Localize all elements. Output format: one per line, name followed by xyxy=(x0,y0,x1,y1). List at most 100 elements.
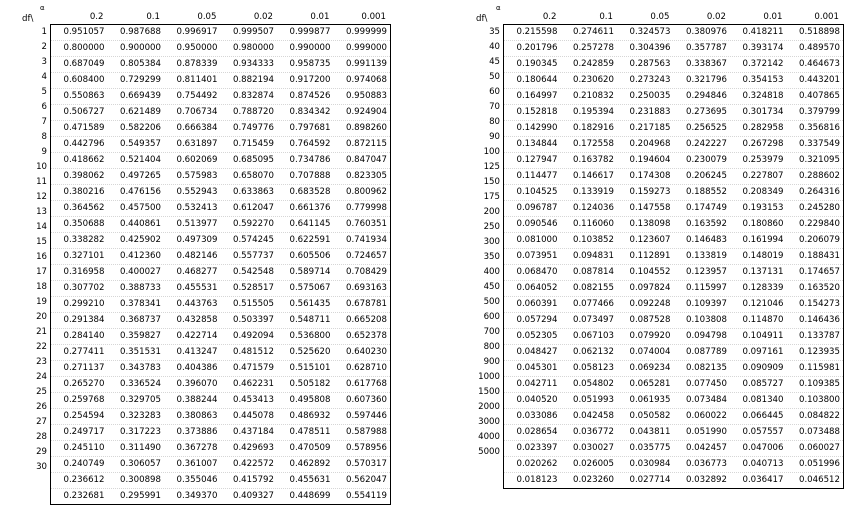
table-cell: 0.900000 xyxy=(119,43,161,53)
table-cell: 0.418211 xyxy=(742,27,784,37)
df-label: 4000 xyxy=(478,432,500,442)
table-cell: 0.257278 xyxy=(572,43,614,53)
table-cell: 0.693163 xyxy=(345,283,387,293)
table-cell: 0.355046 xyxy=(176,475,218,485)
table-cell: 0.137131 xyxy=(742,267,784,277)
table-cell: 0.974068 xyxy=(345,75,387,85)
table-cell: 0.033086 xyxy=(516,411,558,421)
table-cell: 0.163592 xyxy=(685,219,727,229)
table-cell: 0.797681 xyxy=(289,123,331,133)
table-cell: 0.349370 xyxy=(176,491,218,501)
table-cell: 0.548711 xyxy=(289,315,331,325)
table-cell: 0.273243 xyxy=(629,75,671,85)
table-row: 0.040520 0.051993 0.061935 0.073484 0.081340… xyxy=(504,392,843,408)
df-label: 25 xyxy=(36,387,47,397)
table-cell: 0.917200 xyxy=(289,75,331,85)
table-cell: 0.090546 xyxy=(516,219,558,229)
table-cell: 0.316958 xyxy=(63,267,105,277)
table-cell: 0.115981 xyxy=(798,363,840,373)
table-cell: 0.811401 xyxy=(176,75,218,85)
table-cell: 0.707888 xyxy=(289,171,331,181)
table-cell: 0.415792 xyxy=(232,475,274,485)
table-cell: 0.273695 xyxy=(685,107,727,117)
table-row: 0.291384 0.368737 0.432858 0.503397 0.548711… xyxy=(51,312,390,328)
table-row: 0.608400 0.729299 0.811401 0.882194 0.917200… xyxy=(51,72,390,88)
table-cell: 0.097161 xyxy=(742,347,784,357)
df-label: 16 xyxy=(36,252,47,262)
table-cell: 0.666384 xyxy=(176,123,218,133)
table-cell: 0.299210 xyxy=(63,299,105,309)
table-row: 0.114477 0.146617 0.174308 0.206245 0.227807… xyxy=(504,168,843,184)
table-cell: 0.549357 xyxy=(119,139,161,149)
df-label: 90 xyxy=(489,132,500,142)
table-cell: 0.607360 xyxy=(345,395,387,405)
table-row: 0.951057 0.987688 0.996917 0.999507 0.999877… xyxy=(51,25,390,40)
table-row: 0.277411 0.351531 0.413247 0.481512 0.525620… xyxy=(51,344,390,360)
table-cell: 0.398062 xyxy=(63,171,105,181)
table-cell: 0.073951 xyxy=(516,251,558,261)
table-cell: 0.413247 xyxy=(176,347,218,357)
table-cell: 0.287563 xyxy=(629,59,671,69)
table-cell: 0.051993 xyxy=(572,395,614,405)
table-cell: 0.641145 xyxy=(289,219,331,229)
table-cell: 0.734786 xyxy=(289,155,331,165)
table-cell: 0.133919 xyxy=(572,187,614,197)
table-cell: 0.464673 xyxy=(798,59,840,69)
table-row: 0.249717 0.317223 0.373886 0.437184 0.478511… xyxy=(51,424,390,440)
table-cell: 0.188552 xyxy=(685,187,727,197)
table-cell: 0.437184 xyxy=(232,427,274,437)
table-cell: 0.163520 xyxy=(798,283,840,293)
table-cell: 0.028654 xyxy=(516,427,558,437)
table-cell: 0.779998 xyxy=(345,203,387,213)
table-row: 0.299210 0.378341 0.443763 0.515505 0.561435… xyxy=(51,296,390,312)
table-cell: 0.847047 xyxy=(345,155,387,165)
df-label: 28 xyxy=(36,432,47,442)
table-cell: 0.123957 xyxy=(685,267,727,277)
table-cell: 0.432858 xyxy=(176,315,218,325)
table-row: 0.232681 0.295991 0.349370 0.409327 0.448699… xyxy=(51,488,390,504)
alpha-column-header: 0.1 xyxy=(146,12,160,22)
table-cell: 0.991139 xyxy=(345,59,387,69)
table-cell: 0.142990 xyxy=(516,123,558,133)
table-cell: 0.351531 xyxy=(119,347,161,357)
table-cell: 0.081000 xyxy=(516,235,558,245)
table-cell: 0.380976 xyxy=(685,27,727,37)
table-cell: 0.174308 xyxy=(629,171,671,181)
table-row: 0.687049 0.805384 0.878339 0.934333 0.958735… xyxy=(51,56,390,72)
table-row: 0.201796 0.257278 0.304396 0.357787 0.393174… xyxy=(504,40,843,56)
df-label: 50 xyxy=(489,72,500,82)
table-cell: 0.227807 xyxy=(742,171,784,181)
alpha-header-label: α xyxy=(40,4,45,12)
table-cell: 0.582206 xyxy=(119,123,161,133)
table-cell: 0.123935 xyxy=(798,347,840,357)
table-cell: 0.470509 xyxy=(289,443,331,453)
table-cell: 0.042457 xyxy=(685,443,727,453)
table-row: 0.164997 0.210832 0.250035 0.294846 0.324818… xyxy=(504,88,843,104)
table-cell: 0.040713 xyxy=(742,459,784,469)
df-label: 22 xyxy=(36,342,47,352)
table-cell: 0.054802 xyxy=(572,379,614,389)
table-cell: 0.950883 xyxy=(345,91,387,101)
table-cell: 0.307702 xyxy=(63,283,105,293)
df-label: 13 xyxy=(36,207,47,217)
table-cell: 0.418662 xyxy=(63,155,105,165)
table-cell: 0.528517 xyxy=(232,283,274,293)
table-cell: 0.134844 xyxy=(516,139,558,149)
table-row: 0.180644 0.230620 0.273243 0.321796 0.354153… xyxy=(504,72,843,88)
table-cell: 0.042458 xyxy=(572,411,614,421)
df-label: 500 xyxy=(483,297,500,307)
table-cell: 0.425902 xyxy=(119,235,161,245)
table-row: 0.271137 0.343783 0.404386 0.471579 0.515101… xyxy=(51,360,390,376)
table-cell: 0.324573 xyxy=(629,27,671,37)
table-cell: 0.096787 xyxy=(516,203,558,213)
table-cell: 0.608400 xyxy=(63,75,105,85)
table-cell: 0.633863 xyxy=(232,187,274,197)
df-label: 6 xyxy=(41,102,47,112)
table-cell: 0.277411 xyxy=(63,347,105,357)
table-cell: 0.201796 xyxy=(516,43,558,53)
table-cell: 0.128339 xyxy=(742,283,784,293)
alpha-column-header: 0.001 xyxy=(361,12,386,22)
table-row: 0.104525 0.133919 0.159273 0.188552 0.208349… xyxy=(504,184,843,200)
table-cell: 0.532413 xyxy=(176,203,218,213)
df-label: 18 xyxy=(36,282,47,292)
